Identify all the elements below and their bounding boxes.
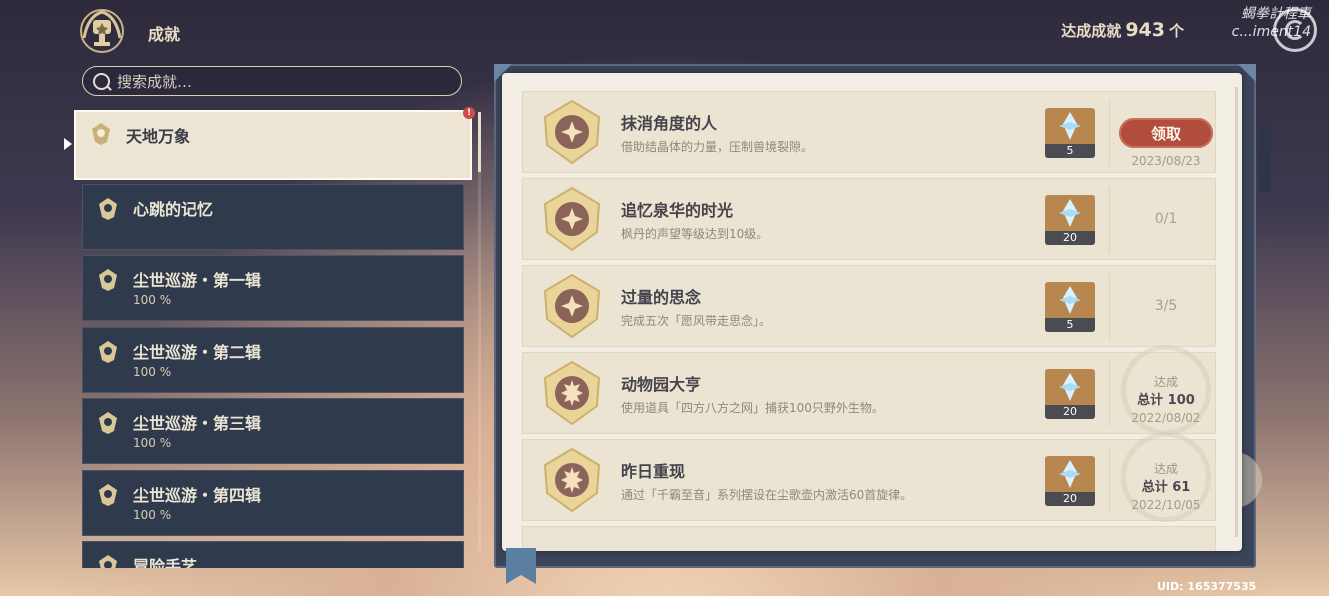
category-badge-icon bbox=[99, 198, 117, 220]
stamp-date: 2022/08/02 bbox=[1131, 411, 1201, 425]
reward-item[interactable]: 20 bbox=[1045, 195, 1095, 245]
category-list: 天地万象 心跳的记忆 尘世巡游・第一辑 100 % 尘世巡游・第二辑 100 %… bbox=[74, 108, 474, 568]
bookmark-ribbon bbox=[506, 548, 536, 584]
achievement-title: 昨日重现 bbox=[621, 462, 686, 481]
achievement-desc: 枫丹的声望等级达到10级。 bbox=[621, 227, 769, 241]
search-input[interactable] bbox=[115, 71, 449, 93]
achievement-panel: 抹消角度的人 借助结晶体的力量，压制兽境裂隙。 5 领取 2023/08/23 … bbox=[502, 73, 1242, 551]
category-name: 冒险手艺 bbox=[133, 557, 198, 568]
panel-scrollbar[interactable] bbox=[1235, 87, 1238, 537]
reward-qty: 20 bbox=[1045, 492, 1095, 506]
category-item-tiandiwanxiang[interactable]: 天地万象 bbox=[74, 110, 472, 180]
category-name: 天地万象 bbox=[126, 127, 191, 146]
top-bar: 成就 达成成就 943 个 蝎拳計程車 c...iment14 bbox=[0, 0, 1329, 62]
row-divider bbox=[1109, 361, 1110, 427]
category-alert-badge: ! bbox=[463, 107, 475, 119]
category-badge-icon bbox=[99, 412, 117, 434]
row-divider bbox=[1109, 448, 1110, 514]
achievement-medal-icon bbox=[543, 273, 601, 339]
achievement-count: 达成成就 943 个 bbox=[1061, 19, 1184, 41]
row-divider bbox=[1109, 100, 1110, 166]
achievement-medal-icon bbox=[543, 186, 601, 252]
achievement-progress: 0/1 bbox=[1154, 211, 1178, 227]
claim-button[interactable]: 领取 bbox=[1119, 118, 1213, 148]
achievement-desc: 完成五次「愿风带走思念」。 bbox=[621, 314, 772, 328]
category-badge-icon bbox=[99, 484, 117, 506]
category-badge-icon bbox=[99, 341, 117, 363]
category-scrollbar-thumb[interactable] bbox=[478, 112, 481, 172]
completion-stamp: 达成 总计 100 2022/08/02 bbox=[1119, 345, 1213, 435]
stamp-status: 达成 bbox=[1153, 375, 1178, 389]
category-item-xintiao[interactable]: 心跳的记忆 bbox=[82, 184, 464, 250]
primogem-icon bbox=[1059, 112, 1081, 140]
achievement-title: 抹消角度的人 bbox=[621, 114, 718, 133]
reward-qty: 20 bbox=[1045, 231, 1095, 245]
achievement-title: 动物园大亨 bbox=[621, 375, 702, 394]
category-name: 心跳的记忆 bbox=[133, 200, 214, 219]
category-percent: 100 % bbox=[133, 365, 172, 379]
achievement-medal-icon bbox=[543, 99, 601, 165]
category-name: 尘世巡游・第四辑 bbox=[133, 486, 262, 505]
category-percent: 100 % bbox=[133, 293, 172, 307]
count-unit: 个 bbox=[1168, 22, 1184, 40]
achievement-desc: 使用道具「四方八方之网」捕获100只野外生物。 bbox=[621, 401, 884, 415]
reward-item[interactable]: 20 bbox=[1045, 456, 1095, 506]
book-side-tab bbox=[1259, 126, 1271, 192]
achievement-title: 过量的思念 bbox=[621, 288, 702, 307]
category-scrollbar[interactable] bbox=[478, 112, 481, 552]
search-icon bbox=[93, 73, 110, 90]
count-value: 943 bbox=[1125, 19, 1165, 41]
category-badge-icon bbox=[92, 123, 110, 145]
achievement-desc: 通过「千霸至音」系列摆设在尘歌壶内激活60首旋律。 bbox=[621, 488, 913, 502]
achievement-row-partial bbox=[522, 526, 1216, 551]
stamp-date: 2022/10/05 bbox=[1131, 498, 1201, 512]
category-item-chenshi-3[interactable]: 尘世巡游・第三辑 100 % bbox=[82, 398, 464, 464]
primogem-icon bbox=[1059, 199, 1081, 227]
reward-qty: 5 bbox=[1045, 318, 1095, 332]
search-box[interactable] bbox=[82, 66, 462, 96]
achievement-row: 追忆泉华的时光 枫丹的声望等级达到10级。 20 0/1 bbox=[522, 178, 1216, 260]
reward-qty: 20 bbox=[1045, 405, 1095, 419]
page-title: 成就 bbox=[148, 25, 181, 44]
reward-qty: 5 bbox=[1045, 144, 1095, 158]
primogem-icon bbox=[1059, 373, 1081, 401]
category-badge-icon bbox=[99, 269, 117, 291]
achievement-row: 昨日重现 通过「千霸至音」系列摆设在尘歌壶内激活60首旋律。 20 达成 总计 … bbox=[522, 432, 1216, 522]
selection-arrow-icon bbox=[64, 138, 72, 150]
reward-item[interactable]: 5 bbox=[1045, 108, 1095, 158]
achievement-medal-icon bbox=[543, 360, 601, 426]
category-item-chenshi-4[interactable]: 尘世巡游・第四辑 100 % bbox=[82, 470, 464, 536]
category-item-chenshi-2[interactable]: 尘世巡游・第二辑 100 % bbox=[82, 327, 464, 393]
row-divider bbox=[1109, 187, 1110, 253]
achievement-row: 过量的思念 完成五次「愿风带走思念」。 5 3/5 bbox=[522, 265, 1216, 347]
reward-item[interactable]: 5 bbox=[1045, 282, 1095, 332]
uid-label: UID: 165377535 bbox=[1157, 580, 1257, 593]
category-name: 尘世巡游・第一辑 bbox=[133, 271, 262, 290]
category-item-chenshi-1[interactable]: 尘世巡游・第一辑 100 % bbox=[82, 255, 464, 321]
category-name: 尘世巡游・第二辑 bbox=[133, 343, 262, 362]
category-percent: 100 % bbox=[133, 508, 172, 522]
stamp-status: 达成 bbox=[1153, 462, 1178, 476]
primogem-icon bbox=[1059, 460, 1081, 488]
stamp-total: 总计 61 bbox=[1141, 480, 1191, 495]
primogem-icon bbox=[1059, 286, 1081, 314]
category-name: 尘世巡游・第三辑 bbox=[133, 414, 262, 433]
achievement-title: 追忆泉华的时光 bbox=[621, 201, 734, 220]
category-badge-icon bbox=[99, 555, 117, 568]
category-item-maoxian[interactable]: 冒险手艺 bbox=[82, 541, 464, 568]
achievement-medal-icon bbox=[543, 447, 601, 513]
achievement-progress: 3/5 bbox=[1154, 298, 1178, 314]
count-label: 达成成就 bbox=[1061, 22, 1122, 40]
achievement-row: 抹消角度的人 借助结晶体的力量，压制兽境裂隙。 5 领取 2023/08/23 bbox=[522, 91, 1216, 173]
achievement-trophy-icon bbox=[80, 9, 124, 53]
completion-stamp: 达成 总计 61 2022/10/05 bbox=[1119, 432, 1213, 522]
achievement-desc: 借助结晶体的力量，压制兽境裂隙。 bbox=[621, 140, 814, 154]
achievement-row: 动物园大亨 使用道具「四方八方之网」捕获100只野外生物。 20 达成 总计 1… bbox=[522, 345, 1216, 435]
stamp-total: 总计 100 bbox=[1137, 393, 1195, 408]
watermark-logo-icon bbox=[1273, 8, 1317, 52]
reward-item[interactable]: 20 bbox=[1045, 369, 1095, 419]
row-divider bbox=[1109, 274, 1110, 340]
achievement-date: 2023/08/23 bbox=[1131, 154, 1201, 168]
category-percent: 100 % bbox=[133, 436, 172, 450]
